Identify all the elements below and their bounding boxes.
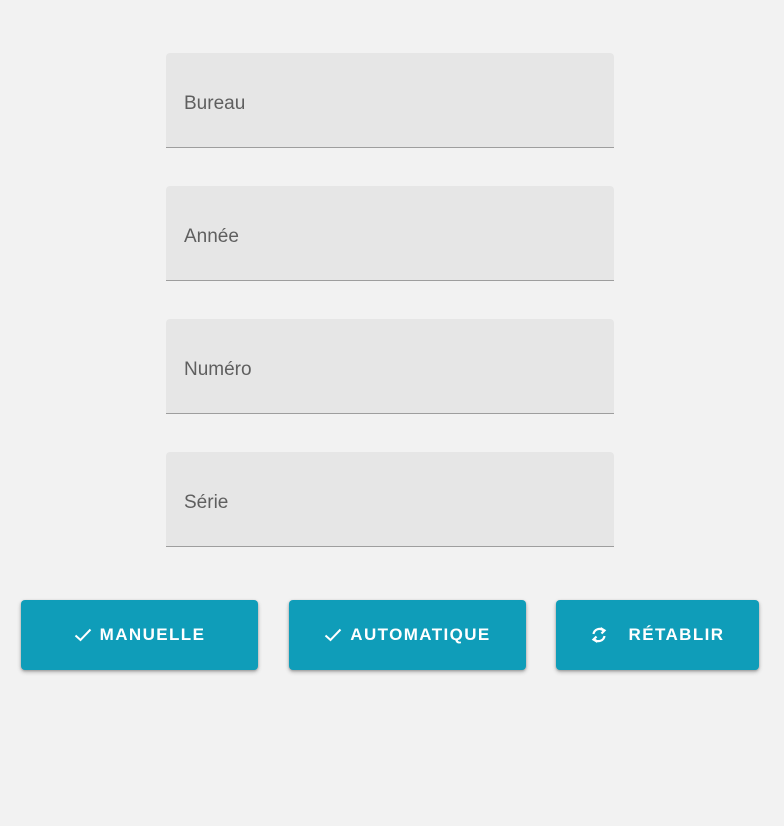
serie-input[interactable]	[166, 452, 614, 546]
bureau-field[interactable]: Bureau	[166, 53, 614, 148]
numero-input[interactable]	[166, 319, 614, 413]
reset-button-label: RÉTABLIR	[628, 625, 725, 644]
automatic-button[interactable]: AUTOMATIQUE	[289, 600, 526, 670]
numero-field[interactable]: Numéro	[166, 319, 614, 414]
manual-button-label: MANUELLE	[99, 625, 206, 644]
action-bar: MANUELLE AUTOMATIQUE RÉTABLIR	[0, 600, 784, 670]
serie-field[interactable]: Série	[166, 452, 614, 547]
bureau-input[interactable]	[166, 53, 614, 147]
refresh-icon	[591, 626, 607, 644]
check-icon	[74, 628, 92, 642]
annee-input[interactable]	[166, 186, 614, 280]
check-icon	[324, 628, 342, 642]
reset-button[interactable]: RÉTABLIR	[556, 600, 759, 670]
annee-field[interactable]: Année	[166, 186, 614, 281]
automatic-button-label: AUTOMATIQUE	[350, 625, 491, 644]
manual-button[interactable]: MANUELLE	[21, 600, 258, 670]
search-form: Bureau Année Numéro Série	[166, 53, 614, 585]
